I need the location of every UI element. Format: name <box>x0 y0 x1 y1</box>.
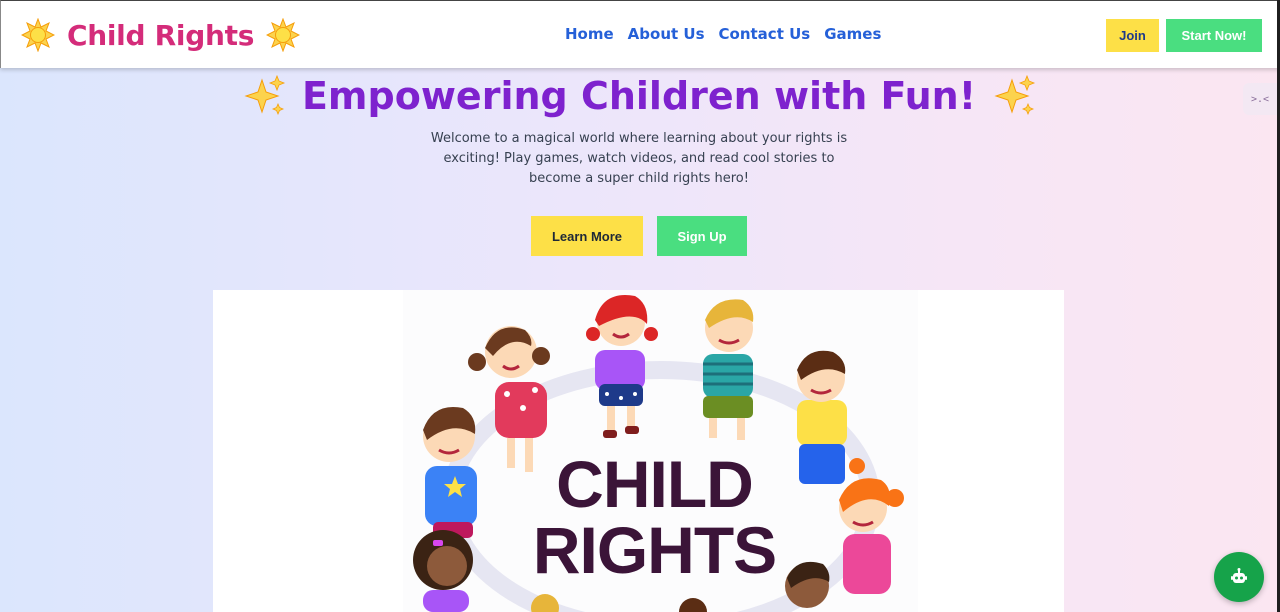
brand[interactable]: Child Rights <box>21 17 301 53</box>
sun-icon <box>266 18 301 52</box>
learn-more-button[interactable]: Learn More <box>531 216 643 256</box>
join-button[interactable]: Join <box>1106 19 1159 52</box>
sparkles-icon <box>994 74 1036 116</box>
sun-icon <box>21 18 55 52</box>
brand-name: Child Rights <box>67 18 255 52</box>
sign-up-button[interactable]: Sign Up <box>657 216 747 256</box>
robot-icon <box>1231 568 1247 583</box>
hero-description: Welcome to a magical world where learnin… <box>430 131 848 186</box>
main-nav: Home About Us Contact Us Games <box>565 25 881 43</box>
nav-about-us[interactable]: About Us <box>628 25 705 43</box>
nav-home[interactable]: Home <box>565 25 614 43</box>
hero-image-card: CHILD RIGHTS <box>213 290 1064 612</box>
hero-title: Empowering Children with Fun! <box>0 74 1278 118</box>
nav-games[interactable]: Games <box>824 25 881 43</box>
sparkles-icon <box>244 74 286 116</box>
chatbot-button[interactable] <box>1214 552 1264 602</box>
illustration-title-line-1: CHILD <box>556 447 754 521</box>
hero-title-text: Empowering Children with Fun! <box>301 74 977 118</box>
top-navbar: Child Rights Home About Us Contact Us Ga… <box>0 0 1280 68</box>
illustration-title-line-2: RIGHTS <box>532 513 777 587</box>
nav-contact-us[interactable]: Contact Us <box>719 25 811 43</box>
start-now-button[interactable]: Start Now! <box>1166 19 1262 52</box>
child-rights-illustration: CHILD RIGHTS <box>403 290 918 612</box>
